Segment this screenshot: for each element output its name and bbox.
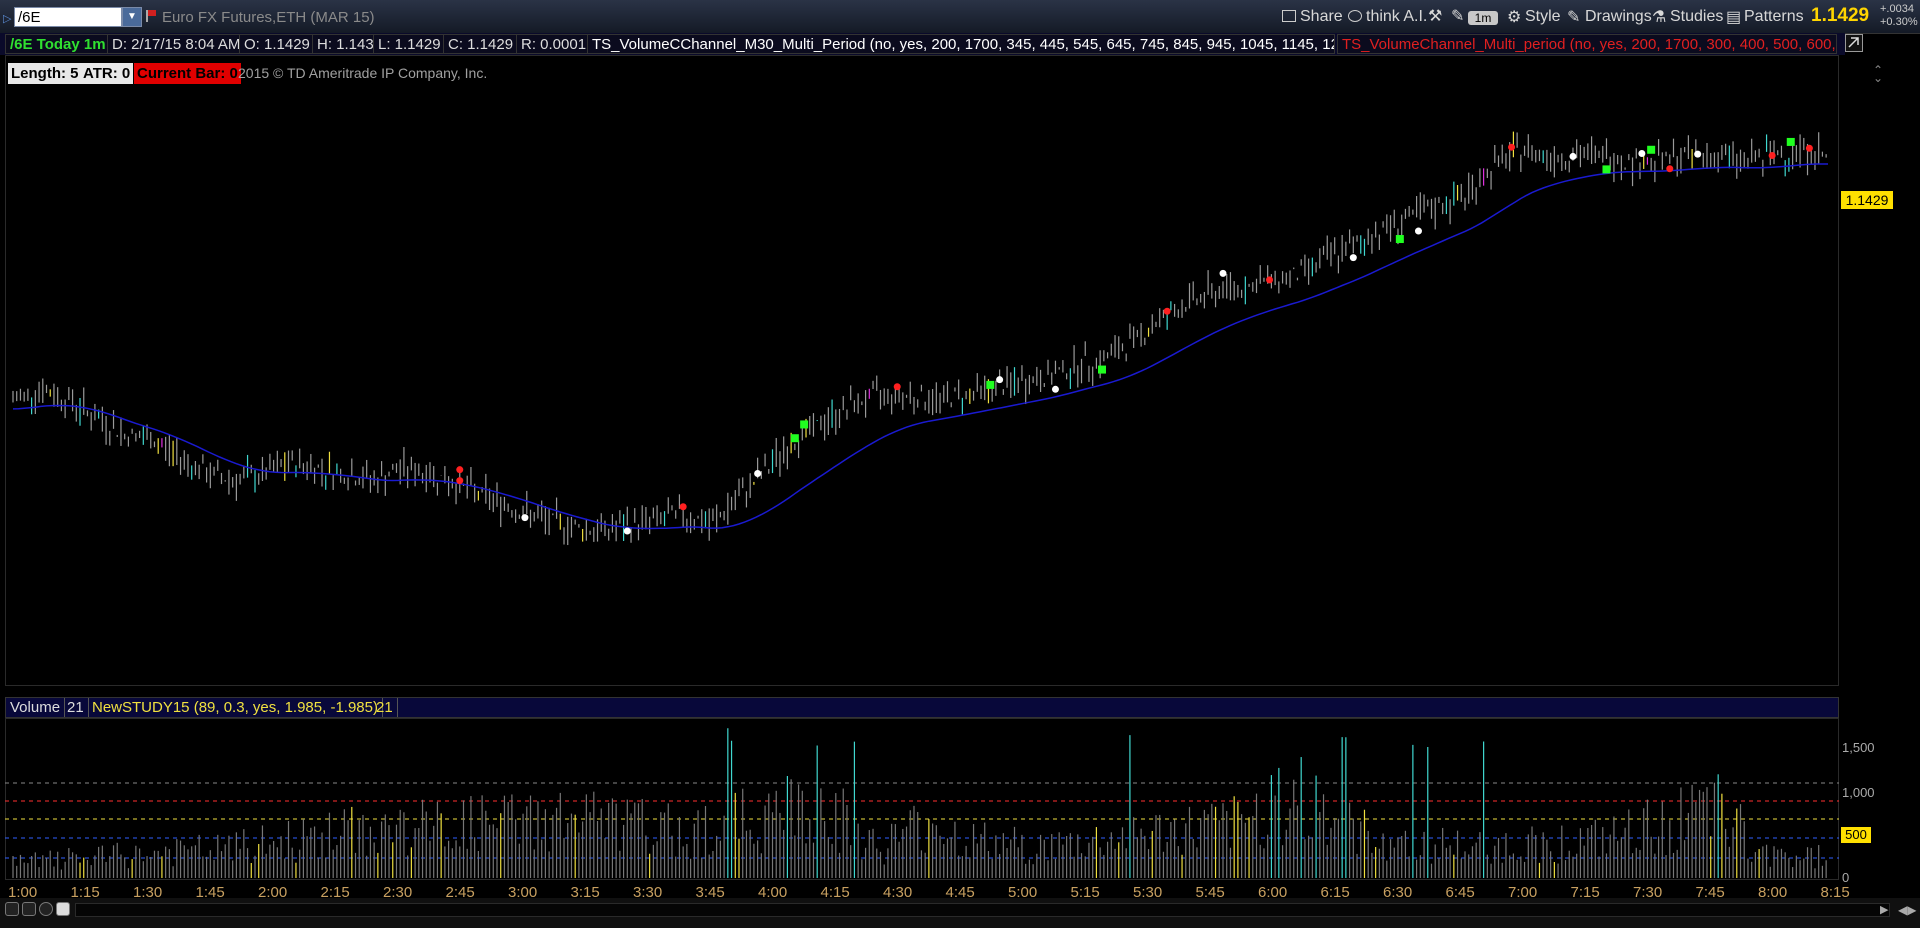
signal-dot (1508, 143, 1516, 151)
signal-dot (623, 527, 631, 535)
signal-dot (679, 503, 687, 511)
period-button[interactable]: 1m (1468, 11, 1498, 25)
window-controls[interactable]: ⌃ ⌄ (1848, 64, 1908, 84)
signal-dot (456, 477, 464, 485)
style-button[interactable]: ⚙ Style (1503, 5, 1565, 29)
collapse-icon[interactable] (1845, 34, 1863, 52)
zoom-icon[interactable] (22, 902, 36, 916)
think-ai-button[interactable]: think A.I. (1344, 5, 1431, 29)
bar-close: C: 1.1429 (443, 34, 519, 54)
signal-dot (893, 383, 901, 391)
volume-tick-1000: 1,000 (1842, 785, 1875, 800)
share-button[interactable]: Share (1278, 5, 1347, 29)
symbol-input[interactable]: /6E (14, 7, 122, 27)
signal-dot (1163, 307, 1171, 315)
signal-square (986, 380, 995, 389)
magnifier-icon[interactable] (39, 902, 53, 916)
signal-dot (1266, 276, 1274, 284)
signal-dot (1694, 150, 1702, 158)
signal-dot (1219, 269, 1227, 277)
volume-tick-1500: 1,500 (1842, 740, 1875, 755)
signal-dot (456, 466, 464, 474)
patterns-button[interactable]: ▤ Patterns (1722, 5, 1808, 29)
signal-square (1395, 235, 1404, 244)
clock-icon (1348, 10, 1362, 22)
pan-icon[interactable] (5, 902, 19, 916)
study-label-1[interactable]: TS_VolumeCChannel_M30_Multi_Period (no, … (587, 34, 1335, 54)
volume-tick-0: 0 (1842, 870, 1850, 885)
price-change-percent: +0.30% (1880, 16, 1918, 28)
expand-icon[interactable]: ▷ (3, 12, 11, 25)
price-axis-badge: 1.1429 (1841, 191, 1893, 209)
bar-open: O: 1.1429 (239, 34, 315, 54)
style-icon: ⚙ (1507, 9, 1522, 26)
bar-low: L: 1.1429 (373, 34, 446, 54)
signal-square (1647, 145, 1656, 154)
studies-button[interactable]: ⚗ Studies (1648, 5, 1727, 29)
signal-dot (1666, 165, 1674, 173)
bar-high: H: 1.143 (312, 34, 379, 54)
pencil-icon: ✎ (1567, 9, 1581, 26)
signal-square (1602, 165, 1611, 174)
study-value-lower: 21 (372, 698, 398, 717)
volume-label[interactable]: Volume (6, 698, 66, 717)
drawings-button[interactable]: ✎ Drawings (1563, 5, 1656, 29)
symbol-dropdown-button[interactable]: ▼ (122, 7, 142, 27)
signal-dot (1768, 152, 1776, 160)
study-label-lower[interactable]: NewSTUDY15 (89, 0.3, yes, 1.985, -1.985) (88, 698, 383, 717)
scroll-end-icon[interactable]: ◀▶ (1898, 903, 1916, 917)
settings-icon[interactable] (56, 902, 70, 916)
signal-square (1786, 137, 1795, 146)
flag-icon[interactable] (146, 10, 156, 22)
signal-dot (1414, 227, 1422, 235)
signal-square (790, 434, 799, 443)
price-change: +.0034 (1880, 3, 1914, 15)
signal-dot (1349, 254, 1357, 262)
signal-dot (1051, 385, 1059, 393)
patterns-icon: ▤ (1726, 9, 1742, 26)
time-scrollbar[interactable] (75, 903, 1890, 917)
bar-date: D: 2/17/15 8:04 AM (107, 34, 246, 54)
study-label-2[interactable]: TS_VolumeChannel_Multi_period (no, yes, … (1337, 34, 1837, 54)
scroll-right-icon[interactable]: ▶ (1880, 903, 1888, 916)
chart-label[interactable]: /6E Today 1m (5, 34, 111, 54)
last-price: 1.1429 (1811, 5, 1870, 26)
volume-axis-badge: 500 (1841, 827, 1871, 843)
signal-dot (521, 514, 529, 522)
flask-icon: ⚗ (1652, 9, 1667, 26)
signal-dot (996, 376, 1004, 384)
share-icon (1282, 10, 1296, 22)
signal-dot (1569, 152, 1577, 160)
price-chart[interactable] (5, 56, 1839, 685)
volume-value: 21 (63, 698, 89, 717)
signal-dot (1638, 149, 1646, 157)
symbol-description: Euro FX Futures,ETH (MAR 15) (162, 9, 375, 26)
signal-dot (1805, 144, 1813, 152)
signal-square (800, 420, 809, 429)
chevron-down-icon[interactable]: ⌄ (1848, 72, 1908, 84)
magnet-icon[interactable]: ⚒ (1424, 5, 1448, 29)
signal-square (1098, 365, 1106, 374)
volume-chart[interactable] (5, 719, 1839, 879)
signal-dot (754, 469, 762, 477)
bar-range: R: 0.0001 (516, 34, 592, 54)
